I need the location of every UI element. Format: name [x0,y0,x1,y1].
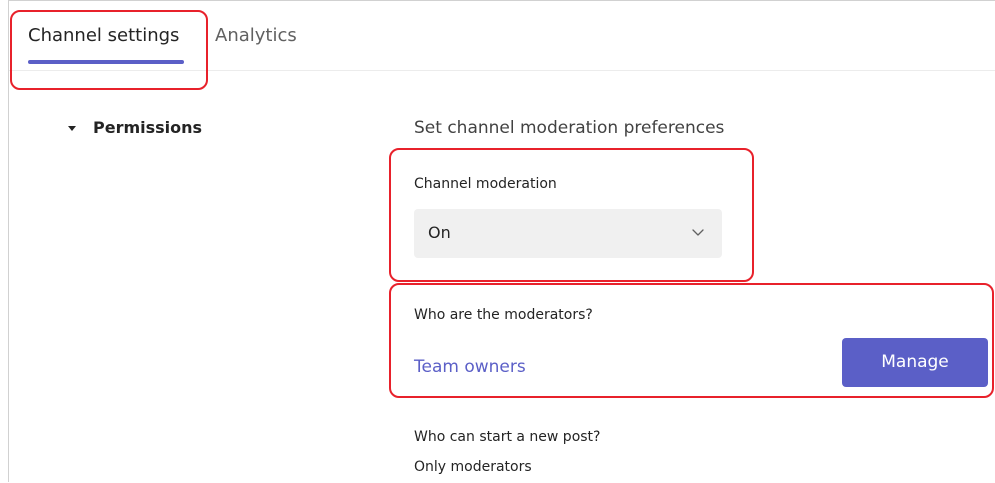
moderation-preferences-heading: Set channel moderation preferences [414,118,725,138]
caret-down-icon [68,125,76,131]
moderators-label: Who are the moderators? [414,307,593,323]
tab-channel-settings[interactable]: Channel settings [28,24,179,48]
channel-moderation-dropdown[interactable]: On [414,209,722,258]
tab-analytics[interactable]: Analytics [215,24,297,48]
chevron-down-icon [692,229,704,236]
channel-moderation-value: On [428,223,451,242]
new-post-label: Who can start a new post? [414,429,601,445]
permissions-section-title: Permissions [93,118,203,137]
manage-button[interactable]: Manage [842,338,988,387]
top-border [8,0,995,12]
new-post-value: Only moderators [414,459,532,475]
team-owners-link[interactable]: Team owners [414,355,526,379]
active-tab-indicator [28,60,184,64]
permissions-collapse-toggle[interactable] [68,117,76,139]
channel-moderation-label: Channel moderation [414,176,557,192]
